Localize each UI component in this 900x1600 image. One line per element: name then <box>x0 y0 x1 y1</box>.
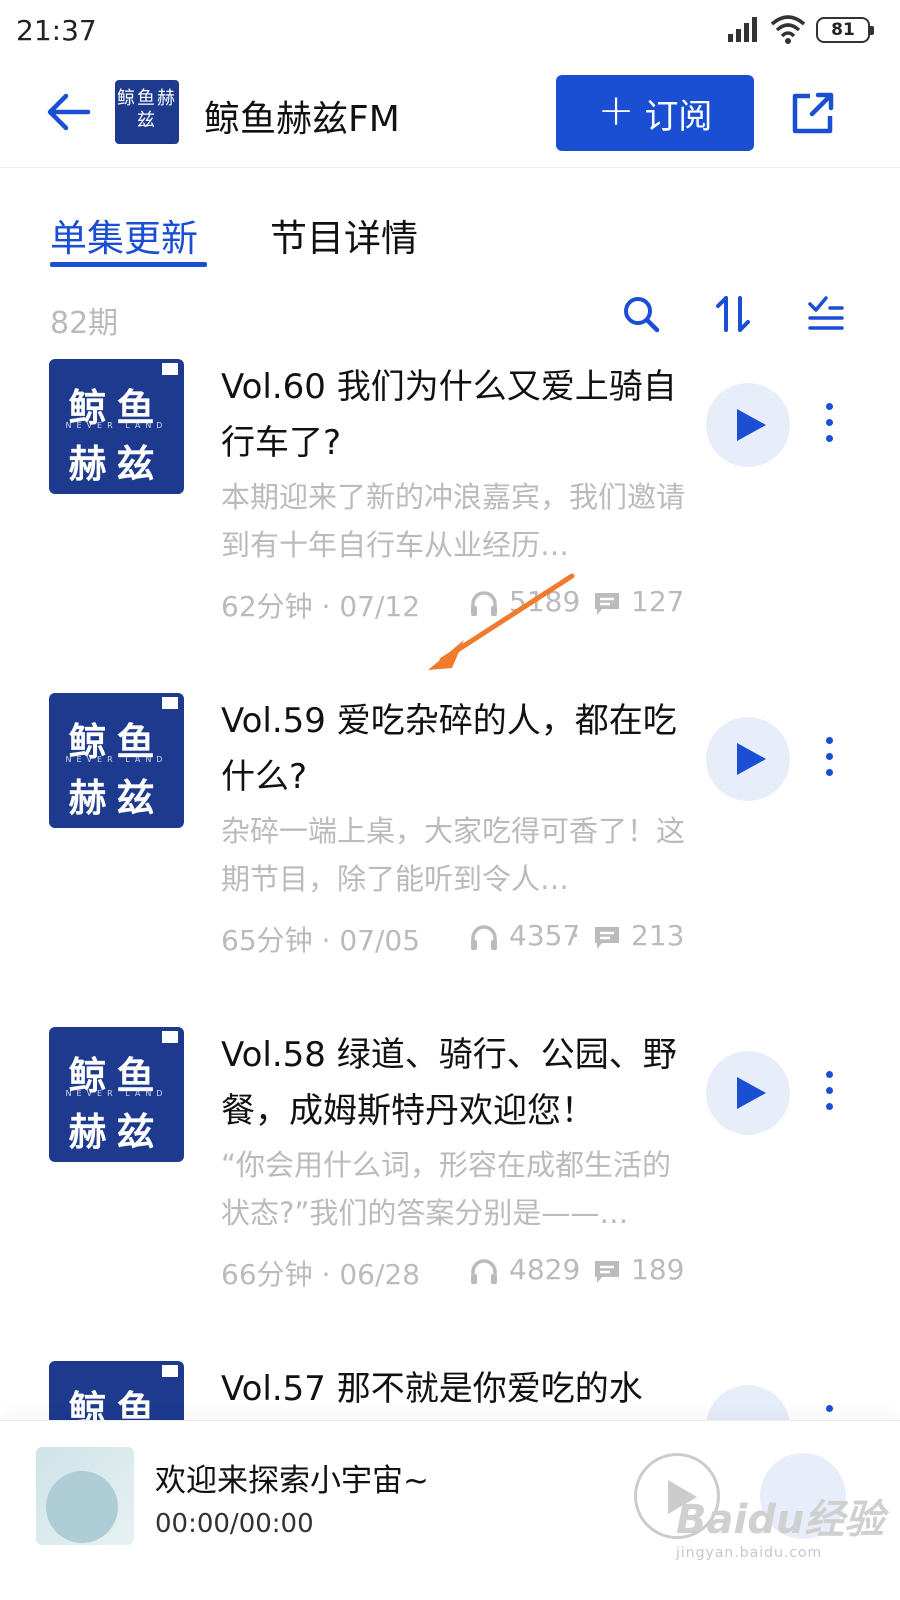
podcast-title: 鲸鱼赫兹FM <box>204 99 400 140</box>
episode-play-count: 4357 <box>509 919 581 952</box>
episode-comment-count: 127 <box>631 585 685 618</box>
play-button[interactable] <box>706 1385 790 1420</box>
podcast-logo-text: 鲸鱼赫兹 <box>117 88 177 131</box>
cover-badge <box>162 697 178 709</box>
play-button[interactable] <box>706 383 790 467</box>
subscribe-button[interactable]: + 订阅 <box>556 75 754 151</box>
play-icon <box>737 1077 766 1109</box>
headphones-icon <box>471 925 497 950</box>
cover-text-bottom: 赫兹 <box>68 1110 165 1154</box>
episode-duration-date: 62分钟 · 07/12 <box>221 590 421 623</box>
subscribe-label: 订阅 <box>644 96 713 137</box>
episode-title[interactable]: Vol.59 爱吃杂碎的人，都在吃什么? <box>221 693 691 805</box>
episode-cover: 鲸鱼 NEVER LAND 赫兹 <box>49 693 184 828</box>
cover-badge <box>162 1031 178 1043</box>
episode-meta: 65分钟 · 07/05 4357 · 213 <box>221 919 685 959</box>
play-icon <box>737 743 766 775</box>
episode-item[interactable]: 鲸鱼 NEVER LAND 赫兹 Vol.59 爱吃杂碎的人，都在吃什么? 杂碎… <box>0 693 900 1027</box>
watermark-url: jingyan.baidu.com <box>676 1545 823 1561</box>
cover-subtext: NEVER LAND <box>65 421 168 430</box>
back-arrow-icon[interactable] <box>44 90 94 134</box>
episode-item[interactable]: 鲸鱼 NEVER LAND 赫兹 Vol.58 绿道、骑行、公园、野餐，成姆斯特… <box>0 1027 900 1361</box>
cover-badge <box>162 363 178 375</box>
comment-icon <box>595 927 619 949</box>
podcast-logo: 鲸鱼赫兹 <box>115 80 179 144</box>
share-icon[interactable] <box>790 90 836 136</box>
player-title: 欢迎来探索小宇宙~ <box>155 1463 429 1499</box>
status-time: 21:37 <box>16 14 97 47</box>
episode-duration-date: 66分钟 · 06/28 <box>221 1258 421 1291</box>
episode-meta: 66分钟 · 06/28 4829 · 189 <box>221 1253 685 1293</box>
cover-text-bottom: 赫兹 <box>68 442 165 486</box>
episode-description: 本期迎来了新的冲浪嘉宾，我们邀请到有十年自行车从业经历… <box>221 480 686 562</box>
comment-icon <box>595 593 619 615</box>
episode-cover: 鲸鱼 NEVER LAND 赫兹 <box>49 1027 184 1162</box>
plus-icon: + <box>597 85 635 136</box>
player-cover <box>36 1447 134 1545</box>
player-time: 00:00/00:00 <box>155 1509 314 1539</box>
battery-indicator: 81 <box>816 17 874 43</box>
more-options-icon[interactable] <box>820 737 840 781</box>
comment-icon <box>595 1261 619 1283</box>
episode-comment-count: 189 <box>631 1253 685 1286</box>
more-options-icon[interactable] <box>820 1405 840 1420</box>
episode-cover: 鲸鱼 NEVER LAND 赫兹 <box>49 359 184 494</box>
episode-item[interactable]: 鲸鱼 Vol.57 那不就是你爱吃的水 <box>0 1361 900 1420</box>
cover-subtext: NEVER LAND <box>65 1089 168 1098</box>
annotation-arrow-icon <box>428 573 575 670</box>
episode-count: 82期 <box>50 306 119 341</box>
wifi-icon <box>770 15 806 44</box>
play-button[interactable] <box>706 717 790 801</box>
tab-episodes[interactable]: 单集更新 <box>50 208 198 262</box>
search-icon[interactable] <box>621 294 661 334</box>
cover-text-top: 鲸鱼 <box>68 1388 165 1420</box>
episode-play-count: 4829 <box>509 1253 581 1286</box>
episode-title[interactable]: Vol.60 我们为什么又爱上骑自行车了? <box>221 359 691 471</box>
headphones-icon <box>471 1259 497 1284</box>
episode-comment-count: 213 <box>631 919 685 952</box>
cover-text-bottom: 赫兹 <box>68 776 165 820</box>
episode-duration-date: 65分钟 · 07/05 <box>221 924 421 957</box>
signal-icon <box>728 17 757 42</box>
episode-cover: 鲸鱼 <box>49 1361 184 1420</box>
filter-list-icon[interactable] <box>806 294 846 334</box>
play-icon <box>737 409 766 441</box>
app-header: 鲸鱼赫兹 鲸鱼赫兹FM + 订阅 <box>0 62 900 168</box>
meta-separator: · <box>571 1253 580 1286</box>
sort-icon[interactable] <box>714 294 754 334</box>
watermark-text: Baidu经验 <box>676 1497 885 1543</box>
status-bar: 21:37 81 <box>0 0 900 62</box>
tab-indicator <box>50 262 207 267</box>
meta-separator: · <box>571 919 580 952</box>
tab-details[interactable]: 节目详情 <box>270 208 418 262</box>
cover-subtext: NEVER LAND <box>65 755 168 764</box>
episode-title[interactable]: Vol.58 绿道、骑行、公园、野餐，成姆斯特丹欢迎您！ <box>221 1027 691 1139</box>
episode-description: “你会用什么词，形容在成都生活的状态?”我们的答案分别是——… <box>221 1148 672 1230</box>
more-options-icon[interactable] <box>820 1071 840 1115</box>
mini-player[interactable]: 欢迎来探索小宇宙~ 00:00/00:00 Baidu经验 jingyan.ba… <box>0 1420 900 1600</box>
episode-title[interactable]: Vol.57 那不就是你爱吃的水 <box>221 1361 691 1417</box>
planet-icon <box>46 1471 118 1543</box>
episode-description: 杂碎一端上桌，大家吃得可香了！这期节目，除了能听到令人… <box>221 814 686 896</box>
more-options-icon[interactable] <box>820 403 840 447</box>
cover-badge <box>162 1365 178 1377</box>
play-button[interactable] <box>706 1051 790 1135</box>
